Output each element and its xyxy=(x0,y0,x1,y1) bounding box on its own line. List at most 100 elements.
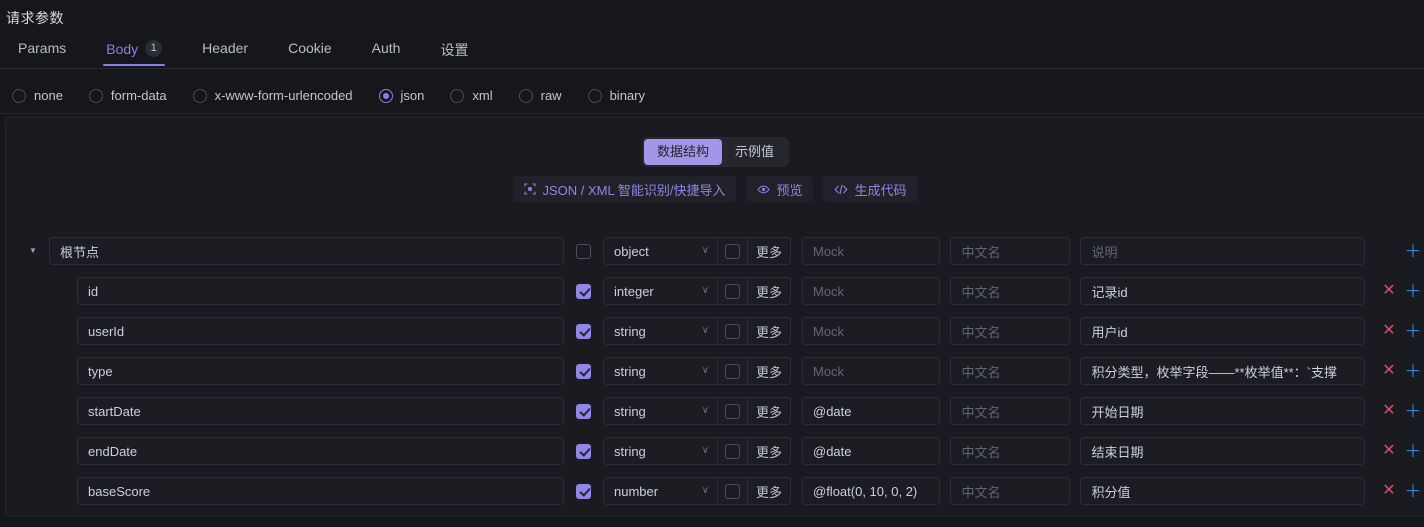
cn-name-input[interactable]: 中文名 xyxy=(950,477,1071,505)
segment-structure[interactable]: 数据结构 xyxy=(643,139,722,165)
more-button[interactable]: 更多 xyxy=(747,358,790,384)
required-checkbox[interactable] xyxy=(576,403,591,419)
type-select[interactable]: string ∨ xyxy=(604,438,717,464)
action-scan[interactable]: JSON / XML 智能识别/快捷导入 xyxy=(513,176,737,202)
action-label: 预览 xyxy=(776,182,803,198)
field-name-input[interactable]: type xyxy=(77,357,564,385)
body-type-form-data[interactable]: form-data xyxy=(88,88,167,103)
type-select[interactable]: integer ∨ xyxy=(604,278,717,304)
type-select[interactable]: string ∨ xyxy=(604,398,717,424)
field-name-input[interactable]: baseScore xyxy=(77,477,564,505)
mock-input[interactable]: Mock xyxy=(802,277,941,305)
tab-header[interactable]: Header xyxy=(202,36,248,65)
type-flag-cell xyxy=(717,238,747,264)
nullable-checkbox[interactable] xyxy=(725,363,740,379)
required-checkbox[interactable] xyxy=(576,243,591,259)
add-row-icon[interactable]: ＋ xyxy=(1401,443,1424,460)
add-row-icon[interactable]: ＋ xyxy=(1401,403,1424,420)
cn-name-input[interactable]: 中文名 xyxy=(950,437,1071,465)
mock-input[interactable]: @float(0, 10, 0, 2) xyxy=(802,477,941,505)
nullable-checkbox[interactable] xyxy=(725,243,740,259)
segment-example[interactable]: 示例值 xyxy=(722,139,787,165)
row-actions: ✕＋ xyxy=(1377,363,1424,380)
more-button[interactable]: 更多 xyxy=(747,238,790,264)
mock-input[interactable]: Mock xyxy=(802,237,941,265)
type-select[interactable]: string ∨ xyxy=(604,358,717,384)
more-button[interactable]: 更多 xyxy=(747,318,790,344)
more-button[interactable]: 更多 xyxy=(747,478,790,504)
add-row-icon[interactable]: ＋ xyxy=(1401,363,1424,380)
cn-name-input[interactable]: 中文名 xyxy=(950,237,1071,265)
body-type-binary[interactable]: binary xyxy=(587,88,645,103)
schema-row: ▼typestring∨更多Mock中文名积分类型，枚举字段——**枚举值**：… xyxy=(6,351,1424,391)
tab-params[interactable]: Params xyxy=(18,36,66,65)
field-name-input[interactable]: 根节点 xyxy=(49,237,564,265)
delete-row-icon[interactable]: ✕ xyxy=(1377,323,1401,339)
tab-cookie[interactable]: Cookie xyxy=(288,36,332,65)
mock-input[interactable]: @date xyxy=(802,437,941,465)
type-select[interactable]: object ∨ xyxy=(604,238,717,264)
tab-设置[interactable]: 设置 xyxy=(440,36,468,69)
add-row-icon[interactable]: ＋ xyxy=(1401,243,1424,260)
required-checkbox[interactable] xyxy=(576,443,591,459)
description-input[interactable]: 说明 xyxy=(1080,237,1365,265)
cn-name-input[interactable]: 中文名 xyxy=(950,317,1071,345)
field-name-input[interactable]: userId xyxy=(77,317,564,345)
type-select[interactable]: number ∨ xyxy=(604,478,717,504)
type-flag-cell xyxy=(717,398,747,424)
chevron-down-icon: ∨ xyxy=(701,445,709,456)
required-checkbox[interactable] xyxy=(576,323,591,339)
delete-row-icon[interactable]: ✕ xyxy=(1377,363,1401,379)
add-row-icon[interactable]: ＋ xyxy=(1401,483,1424,500)
type-select[interactable]: string ∨ xyxy=(604,318,717,344)
nullable-checkbox[interactable] xyxy=(725,443,740,459)
description-input[interactable]: 用户id xyxy=(1080,317,1365,345)
cn-name-input[interactable]: 中文名 xyxy=(950,357,1071,385)
schema-row: ▼startDatestring∨更多@date中文名开始日期✕＋ xyxy=(6,391,1424,431)
mock-input[interactable]: Mock xyxy=(802,357,941,385)
tab-body[interactable]: Body 1 xyxy=(103,36,166,66)
body-type-x-www-form-urlencoded[interactable]: x-www-form-urlencoded xyxy=(192,88,353,103)
cn-name-input[interactable]: 中文名 xyxy=(950,397,1071,425)
description-input[interactable]: 记录id xyxy=(1080,277,1365,305)
radio-icon xyxy=(378,88,393,103)
more-button[interactable]: 更多 xyxy=(747,398,790,424)
body-type-none[interactable]: none xyxy=(12,88,63,103)
mock-input[interactable]: @date xyxy=(802,397,941,425)
expand-caret-icon[interactable]: ▼ xyxy=(26,247,40,255)
schema-row: ▼endDatestring∨更多@date中文名结束日期✕＋ xyxy=(6,431,1424,471)
add-row-icon[interactable]: ＋ xyxy=(1401,283,1424,300)
body-type-xml[interactable]: xml xyxy=(450,88,493,103)
delete-row-icon[interactable]: ✕ xyxy=(1377,443,1401,459)
field-name-input[interactable]: startDate xyxy=(77,397,564,425)
action-eye[interactable]: 预览 xyxy=(746,176,814,202)
required-checkbox[interactable] xyxy=(576,363,591,379)
nullable-checkbox[interactable] xyxy=(725,483,740,499)
tab-auth[interactable]: Auth xyxy=(372,36,401,65)
required-checkbox[interactable] xyxy=(576,483,591,499)
nullable-checkbox[interactable] xyxy=(725,403,740,419)
more-button[interactable]: 更多 xyxy=(747,438,790,464)
page-title: 请求参数 xyxy=(6,10,64,26)
nullable-checkbox[interactable] xyxy=(725,283,740,299)
delete-row-icon[interactable]: ✕ xyxy=(1377,483,1401,499)
tab-label: Auth xyxy=(371,40,401,56)
more-button[interactable]: 更多 xyxy=(747,278,790,304)
cn-name-input[interactable]: 中文名 xyxy=(950,277,1071,305)
mock-input[interactable]: Mock xyxy=(802,317,941,345)
type-control-group: string ∨ 更多 xyxy=(603,357,791,385)
field-name-input[interactable]: endDate xyxy=(77,437,564,465)
body-type-json[interactable]: json xyxy=(378,88,424,103)
required-checkbox[interactable] xyxy=(576,283,591,299)
delete-row-icon[interactable]: ✕ xyxy=(1377,283,1401,299)
nullable-checkbox[interactable] xyxy=(725,323,740,339)
body-type-raw[interactable]: raw xyxy=(518,88,562,103)
add-row-icon[interactable]: ＋ xyxy=(1401,323,1424,340)
description-input[interactable]: 积分值 xyxy=(1080,477,1365,505)
field-name-input[interactable]: id xyxy=(77,277,564,305)
description-input[interactable]: 结束日期 xyxy=(1080,437,1365,465)
description-input[interactable]: 开始日期 xyxy=(1080,397,1365,425)
delete-row-icon[interactable]: ✕ xyxy=(1377,403,1401,419)
action-code[interactable]: 生成代码 xyxy=(823,176,918,202)
description-input[interactable]: 积分类型，枚举字段——**枚举值**：`支撑 xyxy=(1080,357,1365,385)
